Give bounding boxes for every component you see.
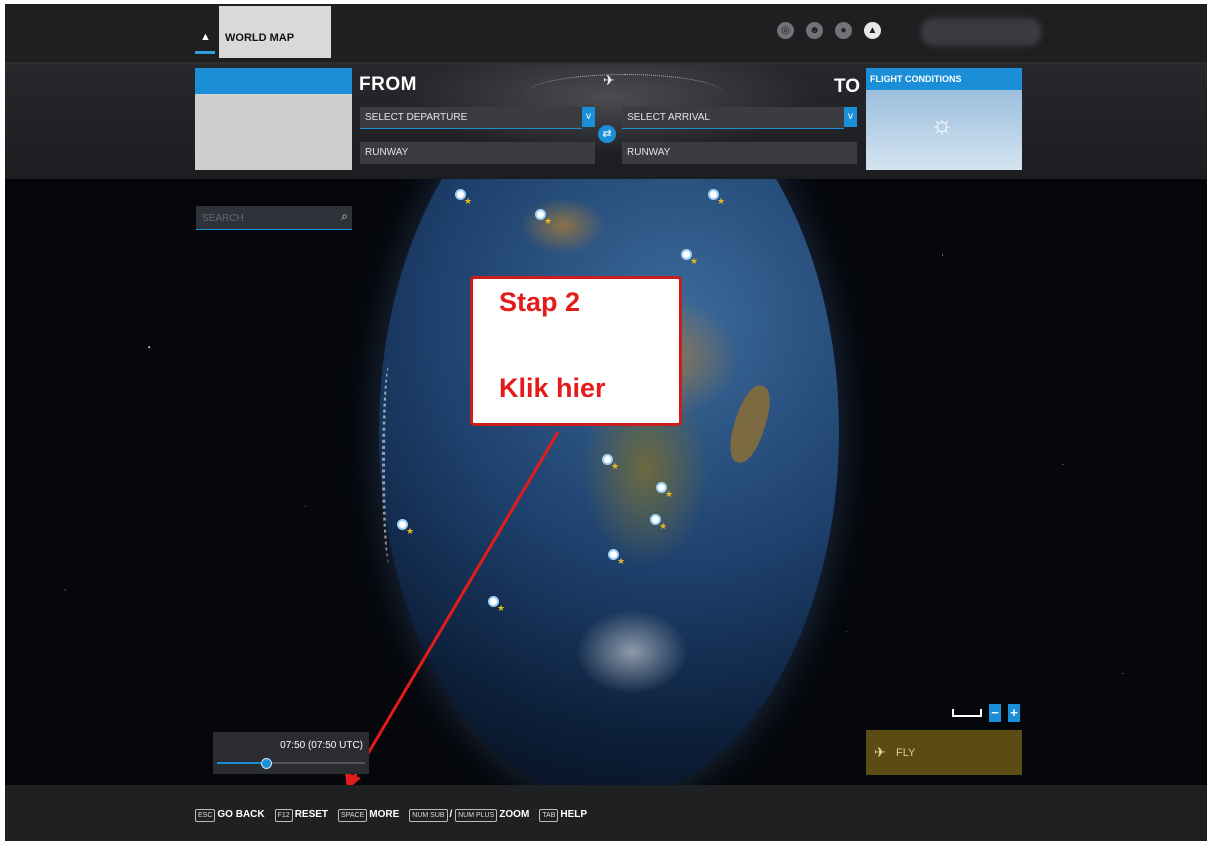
keyboard-hints: ESC GO BACK F12 RESET SPACE MORE NUM SUB / N… (195, 809, 587, 822)
annotation-arrow (345, 431, 560, 790)
key-space: SPACE (338, 809, 368, 822)
hint-zoom[interactable]: NUM SUB / NUM PLUS ZOOM (409, 809, 529, 822)
hint-separator: / (449, 809, 453, 820)
zoom-out-button[interactable]: − (989, 704, 1001, 722)
hint-help[interactable]: TAB HELP (539, 809, 587, 822)
time-slider-handle[interactable] (260, 758, 272, 769)
time-of-day-panel: 07:50 (07:50 UTC) (213, 732, 369, 774)
bottom-hint-bar: ESC GO BACK F12 RESET SPACE MORE NUM SUB / N… (5, 785, 1207, 841)
time-value: 07:50 (07:50 UTC) (280, 740, 363, 751)
hint-label: HELP (560, 809, 588, 820)
takeoff-icon: ✈ (874, 744, 886, 760)
hint-more[interactable]: SPACE MORE (338, 809, 399, 822)
key-tab: TAB (539, 809, 559, 822)
key-num-plus: NUM PLUS (455, 809, 498, 822)
hint-label: ZOOM (499, 809, 530, 820)
time-slider-fill (217, 762, 266, 764)
key-num-sub: NUM SUB (409, 809, 448, 822)
fly-button-label: FLY (896, 747, 916, 759)
hint-go-back[interactable]: ESC GO BACK (195, 809, 265, 822)
hint-label: RESET (294, 809, 329, 820)
hint-label: GO BACK (217, 809, 265, 820)
map-scale-icon (952, 709, 982, 717)
key-f12: F12 (274, 809, 293, 822)
hint-label: MORE (369, 809, 400, 820)
zoom-in-button[interactable]: + (1008, 704, 1020, 722)
fly-button[interactable]: ✈ FLY (866, 730, 1022, 775)
world-map-screen: ▲ WORLD MAP ◎ ☻ ● ▲ ✈ FROM TO SELECT DEP… (5, 4, 1207, 841)
hint-reset[interactable]: F12 RESET (274, 809, 329, 822)
key-esc: ESC (195, 809, 216, 822)
